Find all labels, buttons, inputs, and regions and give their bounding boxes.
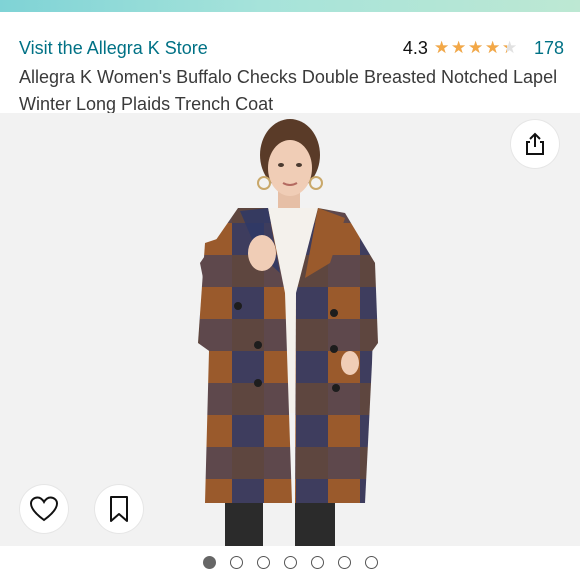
rating-summary[interactable]: 4.3 ★★★★★★★★★★ 178 — [403, 38, 564, 59]
star-icon: ★★ — [501, 38, 518, 57]
product-title: Allegra K Women's Buffalo Checks Double … — [19, 67, 558, 114]
rating-value: 4.3 — [402, 37, 428, 58]
carousel-dot[interactable] — [229, 556, 243, 569]
product-header: Visit the Allegra K Store 4.3 ★★★★★★★★★★… — [19, 36, 564, 118]
star-icon: ★★ — [484, 38, 501, 57]
share-icon — [526, 132, 544, 155]
star-icon: ★★ — [467, 38, 484, 57]
product-image[interactable] — [0, 113, 580, 546]
heart-icon — [29, 496, 59, 522]
bookmark-icon — [110, 496, 128, 522]
carousel-dot[interactable] — [202, 556, 216, 569]
carousel-dot[interactable] — [364, 556, 378, 569]
carousel-dot[interactable] — [283, 556, 297, 569]
rating-count[interactable]: 178 — [534, 38, 564, 59]
star-icon: ★★ — [433, 38, 450, 57]
wishlist-button[interactable] — [20, 485, 68, 533]
top-accent-bar — [0, 0, 580, 12]
carousel-indicators — [0, 556, 580, 569]
store-link[interactable]: Visit the Allegra K Store — [19, 38, 208, 59]
star-rating: ★★★★★★★★★★ — [433, 38, 518, 57]
carousel-dot[interactable] — [337, 556, 351, 569]
carousel-dot[interactable] — [256, 556, 270, 569]
save-button[interactable] — [95, 485, 143, 533]
star-icon: ★★ — [450, 38, 467, 57]
store-rating-row: Visit the Allegra K Store 4.3 ★★★★★★★★★★… — [19, 36, 564, 60]
share-button[interactable] — [511, 120, 559, 168]
carousel-dot[interactable] — [310, 556, 324, 569]
product-image-gallery[interactable] — [0, 113, 580, 546]
